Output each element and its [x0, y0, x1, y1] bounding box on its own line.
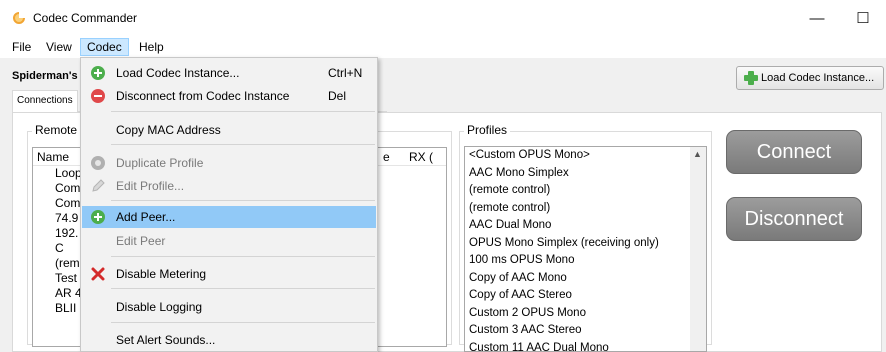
- menu-separator: [111, 111, 375, 112]
- profile-item[interactable]: (remote control): [465, 200, 706, 218]
- profile-item[interactable]: Custom 2 OPUS Mono: [465, 305, 706, 323]
- gray-add-icon: [91, 156, 105, 170]
- load-codec-instance-button[interactable]: Load Codec Instance...: [736, 66, 884, 90]
- menu-item-label: Disable Metering: [116, 267, 207, 281]
- red-remove-icon: [91, 89, 105, 103]
- menu-disable-metering[interactable]: Disable Metering: [82, 263, 376, 285]
- menu-item-label: Edit Peer: [116, 234, 166, 248]
- menu-shortcut: Del: [328, 89, 347, 103]
- profile-item[interactable]: AAC Dual Mono: [465, 217, 706, 235]
- window-title: Codec Commander: [33, 11, 138, 25]
- profile-item[interactable]: Custom 11 AAC Dual Mono: [465, 340, 706, 352]
- column-name[interactable]: Name: [37, 150, 69, 164]
- green-add-icon: [91, 66, 105, 80]
- profile-item[interactable]: Custom 3 AAC Stereo: [465, 322, 706, 340]
- pencil-icon: [92, 179, 105, 192]
- menu-separator: [111, 256, 375, 257]
- menu-item-label: Duplicate Profile: [116, 156, 204, 170]
- menu-separator: [111, 288, 375, 289]
- menu-item-label: Disconnect from Codec Instance: [116, 89, 290, 103]
- menu-shortcut: Ctrl+N: [328, 66, 363, 80]
- menu-load-codec-instance[interactable]: Load Codec Instance... Ctrl+N: [82, 62, 376, 84]
- minimize-button[interactable]: —: [794, 0, 840, 36]
- instance-title: Spiderman's: [12, 70, 78, 82]
- menu-file[interactable]: File: [6, 38, 37, 56]
- green-add-icon: [91, 210, 105, 224]
- connect-button[interactable]: Connect: [726, 130, 862, 174]
- column-rx[interactable]: RX (: [409, 150, 433, 164]
- menu-bar: File View Codec Help: [0, 36, 886, 58]
- menu-add-peer[interactable]: Add Peer...: [82, 206, 376, 228]
- menu-set-alert-sounds[interactable]: Set Alert Sounds...: [82, 329, 376, 351]
- title-bar: Codec Commander — ☐: [0, 0, 886, 36]
- app-logo-icon: [13, 12, 25, 24]
- menu-item-label: Load Codec Instance...: [116, 66, 240, 80]
- column-e[interactable]: e: [383, 150, 390, 164]
- menu-edit-profile[interactable]: Edit Profile...: [82, 175, 376, 197]
- profile-item[interactable]: OPUS Mono Simplex (receiving only): [465, 235, 706, 253]
- menu-item-label: Copy MAC Address: [116, 123, 221, 137]
- maximize-button[interactable]: ☐: [840, 0, 886, 36]
- menu-edit-peer[interactable]: Edit Peer: [82, 230, 376, 252]
- green-plus-icon: [744, 71, 758, 85]
- menu-item-label: Set Alert Sounds...: [116, 333, 216, 347]
- menu-separator: [111, 322, 375, 323]
- profiles-group-label: Profiles: [464, 123, 511, 137]
- menu-separator: [111, 144, 375, 145]
- menu-disable-logging[interactable]: Disable Logging: [82, 296, 376, 318]
- profile-scrollbar[interactable]: ▲: [690, 147, 706, 351]
- menu-codec[interactable]: Codec: [80, 38, 129, 56]
- menu-help[interactable]: Help: [133, 38, 170, 56]
- profile-item[interactable]: (remote control): [465, 182, 706, 200]
- menu-copy-mac-address[interactable]: Copy MAC Address: [82, 119, 376, 141]
- profile-item[interactable]: <Custom OPUS Mono>: [465, 147, 706, 165]
- menu-disconnect-codec-instance[interactable]: Disconnect from Codec Instance Del: [82, 85, 376, 107]
- codec-dropdown-menu: Load Codec Instance... Ctrl+N Disconnect…: [80, 57, 378, 352]
- menu-item-label: Disable Logging: [116, 300, 203, 314]
- load-button-label: Load Codec Instance...: [761, 72, 875, 84]
- menu-item-label: Add Peer...: [116, 210, 176, 224]
- profile-item[interactable]: Copy of AAC Mono: [465, 270, 706, 288]
- tab-connections[interactable]: Connections: [12, 90, 78, 112]
- scroll-up-arrow-icon[interactable]: ▲: [693, 149, 702, 159]
- menu-duplicate-profile[interactable]: Duplicate Profile: [82, 152, 376, 174]
- profile-list[interactable]: <Custom OPUS Mono> AAC Mono Simplex (rem…: [464, 146, 707, 352]
- menu-view[interactable]: View: [40, 38, 78, 56]
- remote-group-label: Remote: [32, 123, 81, 137]
- profile-item[interactable]: 100 ms OPUS Mono: [465, 252, 706, 270]
- profile-item[interactable]: AAC Mono Simplex: [465, 165, 706, 183]
- menu-separator: [111, 200, 375, 201]
- menu-item-label: Edit Profile...: [116, 179, 185, 193]
- profile-item[interactable]: Copy of AAC Stereo: [465, 287, 706, 305]
- red-x-icon: [91, 267, 105, 281]
- disconnect-button[interactable]: Disconnect: [726, 197, 862, 241]
